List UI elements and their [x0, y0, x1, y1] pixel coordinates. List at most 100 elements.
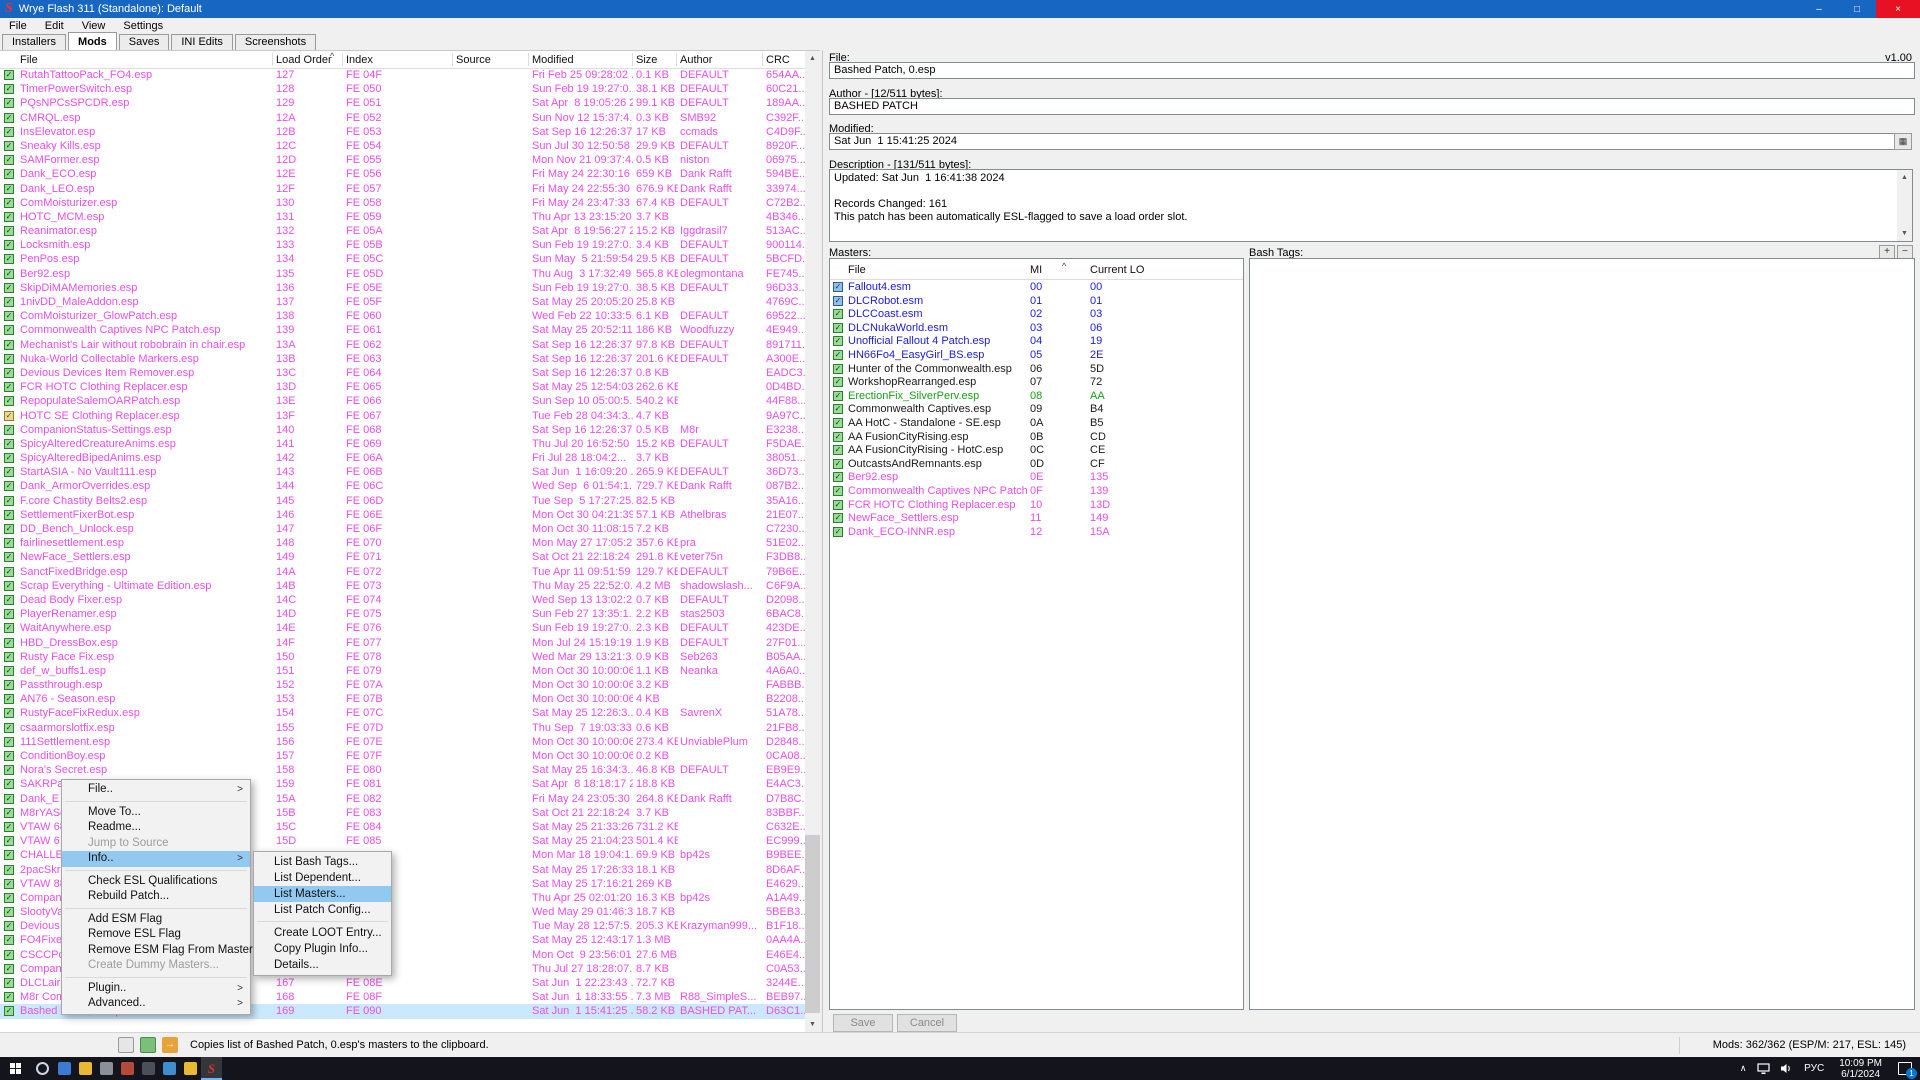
wrye-flash-taskbar-button[interactable]: S: [201, 1057, 222, 1080]
mod-row[interactable]: ✓fairlinesettlement.esp148FE 070Mon May …: [0, 536, 805, 550]
mod-row[interactable]: ✓SpicyAlteredCreatureAnims.esp141FE 069T…: [0, 437, 805, 451]
checkbox-icon[interactable]: ✓: [4, 723, 14, 733]
mod-row[interactable]: ✓Dank_ECO.esp12EFE 056Fri May 24 22:30:1…: [0, 167, 805, 181]
menu-edit[interactable]: Edit: [36, 20, 73, 32]
mod-row[interactable]: ✓TimerPowerSwitch.esp128FE 050Sun Feb 19…: [0, 82, 805, 96]
master-row[interactable]: ✓Fallout4.esm0000: [830, 281, 1243, 295]
remove-tag-button[interactable]: −: [1897, 245, 1913, 259]
mod-row[interactable]: ✓Nuka-World Collectable Markers.esp13BFE…: [0, 352, 805, 366]
mod-row[interactable]: ✓PlayerRenamer.esp14DFE 075Sun Feb 27 13…: [0, 607, 805, 621]
checkbox-icon[interactable]: ✓: [833, 296, 843, 306]
app-red-taskbar-button[interactable]: [117, 1057, 138, 1080]
cancel-button[interactable]: Cancel: [897, 1014, 957, 1032]
mods-scrollbar[interactable]: ▲ ▼: [805, 51, 820, 1032]
menu-item-rebuild-patch[interactable]: Rebuild Patch...: [62, 889, 250, 905]
tab-saves[interactable]: Saves: [119, 34, 170, 50]
file-field[interactable]: Bashed Patch, 0.esp: [829, 62, 1915, 79]
checkbox-icon[interactable]: ✓: [833, 472, 843, 482]
checkbox-icon[interactable]: ✓: [833, 377, 843, 387]
menu-item-details[interactable]: Details...: [254, 957, 391, 973]
checkbox-icon[interactable]: ✓: [4, 169, 14, 179]
mod-row[interactable]: ✓Commonwealth Captives NPC Patch.esp139F…: [0, 323, 805, 337]
calendar-button[interactable]: ▦: [1894, 133, 1912, 150]
master-row[interactable]: ✓Commonwealth Captives.esp09B4: [830, 403, 1243, 417]
checkbox-icon[interactable]: ✓: [4, 254, 14, 264]
description-scrollbar[interactable]: ▲ ▼: [1897, 170, 1912, 241]
checkbox-icon[interactable]: ✓: [833, 445, 843, 455]
checkbox-icon[interactable]: ✓: [4, 524, 14, 534]
column-header-source[interactable]: Source: [456, 53, 528, 67]
checkbox-icon[interactable]: ✓: [4, 666, 14, 676]
menu-item-file[interactable]: File..>: [62, 782, 250, 798]
checkbox-icon[interactable]: ✓: [4, 84, 14, 94]
menu-item-list-masters[interactable]: List Masters...: [254, 886, 391, 902]
checkbox-icon[interactable]: ✓: [833, 486, 843, 496]
app-folder-taskbar-button[interactable]: [75, 1057, 96, 1080]
menu-item-info[interactable]: Info..>: [62, 851, 250, 867]
checkbox-icon[interactable]: ✓: [4, 595, 14, 605]
document-icon[interactable]: [118, 1037, 134, 1053]
mod-row[interactable]: ✓111Settlement.esp156FE 07EMon Oct 30 10…: [0, 735, 805, 749]
checkbox-icon[interactable]: ✓: [4, 368, 14, 378]
checkbox-icon[interactable]: ✓: [4, 737, 14, 747]
checkbox-icon[interactable]: ✓: [4, 850, 14, 860]
mod-row[interactable]: ✓Ber92.esp135FE 05DThu Aug 3 17:32:49 ..…: [0, 267, 805, 281]
checkbox-icon[interactable]: ✓: [4, 765, 14, 775]
master-row[interactable]: ✓HN66Fo4_EasyGirl_BS.esp052E: [830, 349, 1243, 363]
checkbox-icon[interactable]: ✓: [4, 538, 14, 548]
checkbox-icon[interactable]: ✓: [4, 978, 14, 988]
speaker-icon[interactable]: [1775, 1057, 1797, 1080]
mod-row[interactable]: ✓PQsNPCsSPCDR.esp129FE 051Sat Apr 8 19:0…: [0, 96, 805, 110]
mod-row[interactable]: ✓ComMoisturizer_GlowPatch.esp138FE 060We…: [0, 309, 805, 323]
mod-row[interactable]: ✓1nivDD_MaleAddon.esp137FE 05FSat May 25…: [0, 295, 805, 309]
checkbox-icon[interactable]: ✓: [833, 418, 843, 428]
checkbox-icon[interactable]: ✓: [4, 198, 14, 208]
scroll-down-icon[interactable]: ▼: [805, 1017, 820, 1032]
checkbox-icon[interactable]: ✓: [4, 453, 14, 463]
app-browser-taskbar-button[interactable]: [159, 1057, 180, 1080]
mod-row[interactable]: ✓PenPos.esp134FE 05CSun May 5 21:59:54..…: [0, 252, 805, 266]
network-icon[interactable]: [1753, 1057, 1775, 1080]
master-row[interactable]: ✓AA FusionCityRising - HotC.esp0CCE: [830, 444, 1243, 458]
checkbox-icon[interactable]: ✓: [4, 865, 14, 875]
checkbox-icon[interactable]: ✓: [833, 323, 843, 333]
checkbox-icon[interactable]: ✓: [4, 481, 14, 491]
checkbox-icon[interactable]: ✓: [4, 794, 14, 804]
close-button[interactable]: ×: [1876, 0, 1920, 18]
menu-item-jump-to-source[interactable]: Jump to Source: [62, 836, 250, 852]
menu-item-create-loot-entry[interactable]: Create LOOT Entry...: [254, 925, 391, 941]
checkbox-icon[interactable]: ✓: [4, 240, 14, 250]
menu-item-plugin[interactable]: Plugin..>: [62, 981, 250, 997]
mod-row[interactable]: ✓HOTC_MCM.esp131FE 059Thu Apr 13 23:15:2…: [0, 210, 805, 224]
menu-item-check-esl-qualifications[interactable]: Check ESL Qualifications: [62, 874, 250, 890]
master-row[interactable]: ✓Commonwealth Captives NPC Patch.esp0F13…: [830, 485, 1243, 499]
checkbox-icon[interactable]: ✓: [4, 382, 14, 392]
mod-row[interactable]: ✓AN76 - Season.esp153FE 07BMon Oct 30 10…: [0, 692, 805, 706]
checkbox-icon[interactable]: ✓: [4, 325, 14, 335]
checkbox-icon[interactable]: ✓: [833, 459, 843, 469]
checkbox-icon[interactable]: ✓: [833, 282, 843, 292]
checkbox-icon[interactable]: ✓: [4, 836, 14, 846]
scroll-up-icon[interactable]: ▲: [805, 51, 820, 66]
master-row[interactable]: ✓OutcastsAndRemnants.esp0DCF: [830, 458, 1243, 472]
checkbox-icon[interactable]: ✓: [4, 354, 14, 364]
tab-ini-edits[interactable]: INI Edits: [171, 34, 233, 50]
mod-row[interactable]: ✓SpicyAlteredBipedAnims.esp142FE 06AFri …: [0, 451, 805, 465]
checkbox-icon[interactable]: ✓: [4, 98, 14, 108]
tab-screenshots[interactable]: Screenshots: [235, 34, 316, 50]
checkbox-icon[interactable]: ✓: [4, 964, 14, 974]
mod-row[interactable]: ✓CMRQL.esp12AFE 052Sun Nov 12 15:37:4...…: [0, 111, 805, 125]
maximize-button[interactable]: □: [1838, 0, 1876, 18]
app-window-taskbar-button[interactable]: [54, 1057, 75, 1080]
checkbox-icon[interactable]: ✓: [833, 432, 843, 442]
mod-row[interactable]: ✓RutahTattooPack_FO4.esp127FE 04FFri Feb…: [0, 68, 805, 82]
mod-row[interactable]: ✓SettlementFixerBot.esp146FE 06EMon Oct …: [0, 508, 805, 522]
checkbox-icon[interactable]: ✓: [4, 907, 14, 917]
mod-row[interactable]: ✓F.core Chastity Belts2.esp145FE 06DTue …: [0, 494, 805, 508]
mod-row[interactable]: ✓HBD_DressBox.esp14FFE 077Mon Jul 24 15:…: [0, 636, 805, 650]
checkbox-icon[interactable]: ✓: [4, 496, 14, 506]
mod-row[interactable]: ✓Dank_ArmorOverrides.esp144FE 06CWed Sep…: [0, 479, 805, 493]
checkbox-icon[interactable]: ✓: [4, 141, 14, 151]
menu-item-readme[interactable]: Readme...: [62, 820, 250, 836]
app-folder-2-taskbar-button[interactable]: [180, 1057, 201, 1080]
